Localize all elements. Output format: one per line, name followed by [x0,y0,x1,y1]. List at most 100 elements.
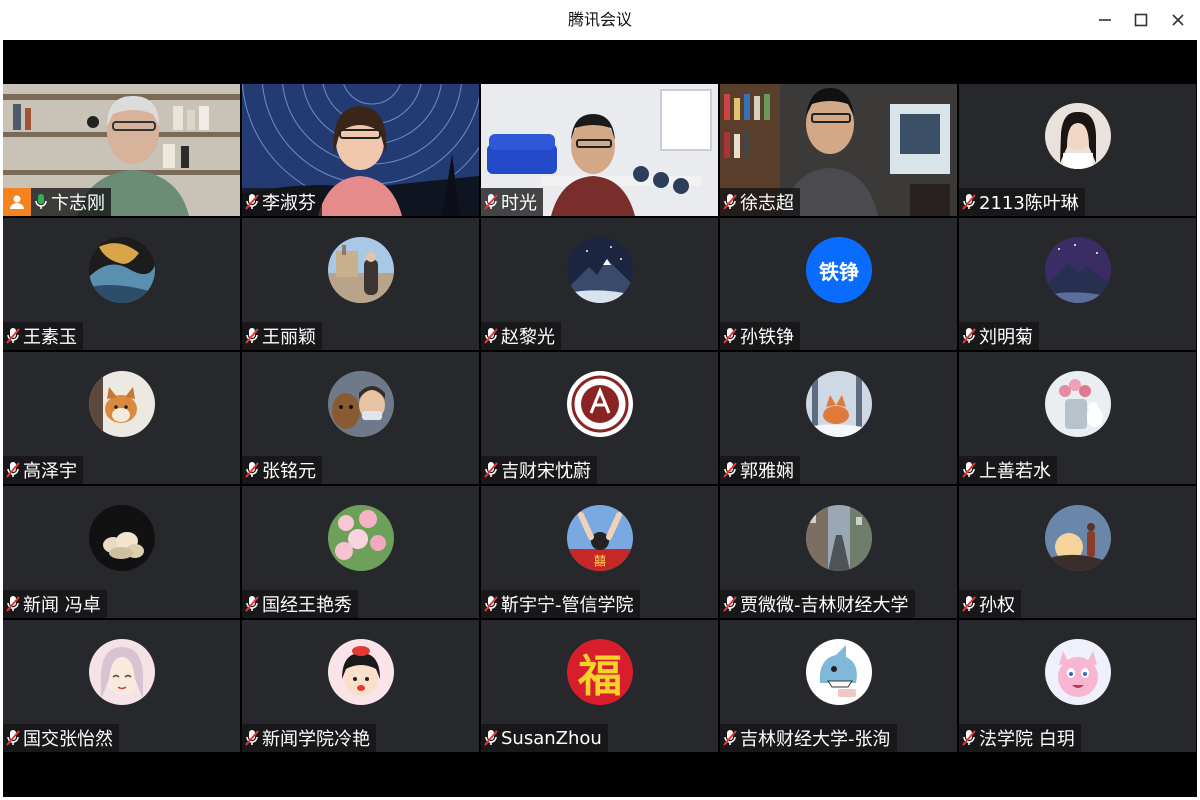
svg-text:囍: 囍 [594,554,606,568]
participant-tile[interactable]: 新闻学院冷艳 [242,620,479,752]
participant-tile[interactable]: 国交张怡然 [3,620,240,752]
participant-name: 刘明菊 [979,327,1033,348]
participant-tile[interactable]: 吉财宋忱蔚 [481,352,718,484]
avatar [328,639,394,705]
name-bar: 新闻学院冷艳 [242,724,376,752]
mic-muted-icon [959,724,979,752]
avatar [328,371,394,437]
name-bar: 孙铁铮 [720,322,800,350]
name-bar: 新闻 冯卓 [3,590,107,618]
avatar [89,371,155,437]
participant-tile[interactable]: 李淑芬 [242,84,479,216]
close-button[interactable] [1160,5,1196,35]
avatar [1045,237,1111,303]
name-bar: 王丽颖 [242,322,322,350]
name-bar: 时光 [481,188,543,216]
name-bar: 高泽宇 [3,456,83,484]
minimize-button[interactable] [1087,5,1123,35]
mic-muted-icon [242,590,262,618]
participant-name: 孙权 [979,595,1015,616]
participant-name: 2113陈叶琳 [979,193,1079,214]
mic-muted-icon [720,724,740,752]
participant-name: 王素玉 [23,327,77,348]
participant-tile[interactable]: 孙权 [959,486,1196,618]
participant-tile[interactable]: 卞志刚 [3,84,240,216]
participant-name: SusanZhou [501,727,602,749]
avatar [567,371,633,437]
participant-tile[interactable]: 王素玉 [3,218,240,350]
participant-name: 法学院 白玥 [979,729,1075,750]
participant-tile[interactable]: 囍靳宇宁-管信学院 [481,486,718,618]
name-bar: 孙权 [959,590,1021,618]
participant-tile[interactable]: 新闻 冯卓 [3,486,240,618]
name-bar: 国经王艳秀 [242,590,358,618]
participant-name: 赵黎光 [501,327,555,348]
mic-muted-icon [720,590,740,618]
avatar [328,237,394,303]
mic-muted-icon [3,724,23,752]
participant-tile[interactable]: 国经王艳秀 [242,486,479,618]
name-bar: 贾微微-吉林财经大学 [720,590,915,618]
mic-muted-icon [720,322,740,350]
participant-tile[interactable]: 张铭元 [242,352,479,484]
avatar [1045,505,1111,571]
participant-tile[interactable]: 2113陈叶琳 [959,84,1196,216]
avatar [567,237,633,303]
name-bar: 赵黎光 [481,322,561,350]
participant-tile[interactable]: 贾微微-吉林财经大学 [720,486,957,618]
participant-name: 郭雅娴 [740,461,794,482]
participant-tile[interactable]: 王丽颖 [242,218,479,350]
mic-muted-icon [959,188,979,216]
minimize-icon [1099,19,1111,21]
name-bar: 国交张怡然 [3,724,119,752]
participant-tile[interactable]: 徐志超 [720,84,957,216]
participant-tile[interactable]: 时光 [481,84,718,216]
participant-name: 王丽颖 [262,327,316,348]
name-bar: 王素玉 [3,322,83,350]
avatar-glyph: 福 [578,651,622,702]
participant-tile[interactable]: 郭雅娴 [720,352,957,484]
maximize-button[interactable] [1123,5,1159,35]
avatar-initials: 铁铮 [819,259,859,284]
participant-tile[interactable]: 铁铮孙铁铮 [720,218,957,350]
mic-muted-icon [481,724,501,752]
participant-name: 新闻 冯卓 [23,595,101,616]
name-bar: 吉财宋忱蔚 [481,456,597,484]
participant-name: 孙铁铮 [740,327,794,348]
avatar [89,639,155,705]
mic-muted-icon [959,456,979,484]
participant-tile[interactable]: 高泽宇 [3,352,240,484]
mic-muted-icon [242,456,262,484]
participant-tile[interactable]: 法学院 白玥 [959,620,1196,752]
mic-muted-icon [481,590,501,618]
name-bar: 张铭元 [242,456,322,484]
participant-tile[interactable]: 上善若水 [959,352,1196,484]
mic-muted-icon [481,322,501,350]
window-title: 腾讯会议 [567,10,632,29]
participant-name: 徐志超 [740,193,794,214]
participant-name: 国交张怡然 [23,729,113,750]
avatar [89,505,155,571]
participant-name: 新闻学院冷艳 [262,729,370,750]
participant-name: 时光 [501,193,537,214]
participant-grid: 卞志刚 李淑芬 时光 徐志超 2113陈叶琳 王素玉 王丽颖 赵黎光 铁铮 孙铁铮 刘明菊 高泽宇 张铭… [3,84,1197,753]
participant-tile[interactable]: 刘明菊 [959,218,1196,350]
avatar [328,505,394,571]
avatar: 福 [567,639,633,705]
mic-muted-icon [481,188,501,216]
participant-tile[interactable]: 吉林财经大学-张洵 [720,620,957,752]
participant-tile[interactable]: 赵黎光 [481,218,718,350]
mic-on-icon [31,188,51,216]
meeting-stage: 卞志刚 李淑芬 时光 徐志超 2113陈叶琳 王素玉 王丽颖 赵黎光 铁铮 孙铁铮 刘明菊 高泽宇 张铭… [3,40,1197,797]
name-bar: 吉林财经大学-张洵 [720,724,897,752]
mic-muted-icon [3,322,23,350]
participant-name: 李淑芬 [262,193,316,214]
participant-tile[interactable]: 福 SusanZhou [481,620,718,752]
avatar [1045,639,1111,705]
close-icon [1172,14,1184,26]
host-icon [3,188,31,216]
name-bar: 刘明菊 [959,322,1039,350]
avatar [89,237,155,303]
participant-name: 国经王艳秀 [262,595,352,616]
participant-name: 卞志刚 [51,193,105,214]
